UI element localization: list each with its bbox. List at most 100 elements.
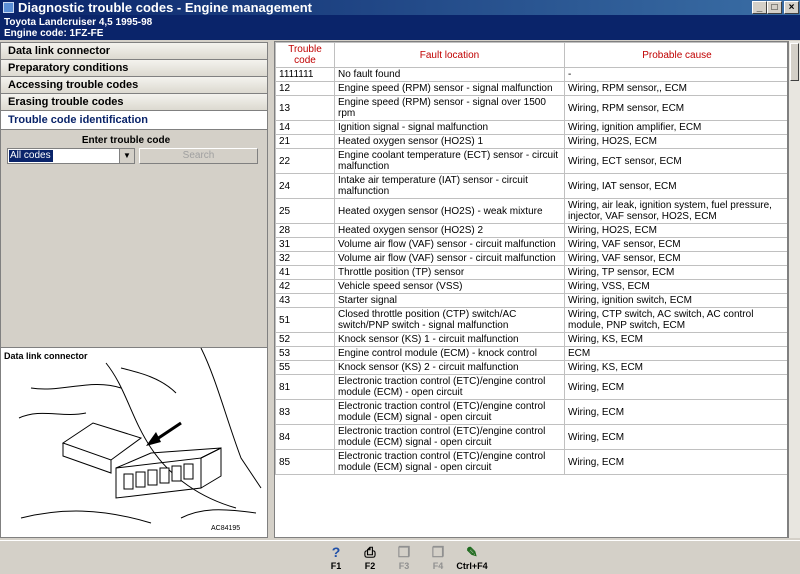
header-trouble-code: Trouble code — [275, 42, 335, 68]
trouble-code-cell: 83 — [275, 399, 335, 425]
trouble-code-cell: 53 — [275, 346, 335, 361]
probable-cause-cell: Wiring, air leak, ignition system, fuel … — [564, 198, 787, 224]
window-title: Diagnostic trouble codes - Engine manage… — [18, 0, 312, 15]
nav-item-preparatory-conditions[interactable]: Preparatory conditions — [1, 60, 267, 77]
trouble-code-table-panel: Trouble code Fault location Probable cau… — [274, 41, 788, 538]
nav-item-trouble-code-identification[interactable]: Trouble code identification — [1, 111, 267, 130]
table-row: 25 Heated oxygen sensor (HO2S) - weak mix… — [275, 198, 787, 224]
trouble-code-cell: 28 — [275, 223, 335, 238]
f2-print-button[interactable]: ⎙ F2 — [355, 542, 385, 574]
table-row: 85 Electronic traction control (ETC)/engi… — [275, 449, 787, 475]
trouble-code-cell: 51 — [275, 307, 335, 333]
trouble-code-cell: 52 — [275, 332, 335, 347]
table-row: 55 Knock sensor (KS) 2 - circuit malfunct… — [275, 360, 787, 375]
table-row: 43 Starter signal Wiring, ignition switch,… — [275, 293, 787, 308]
function-key-bar: ? F1 ⎙ F2 ❐ F3 ❐ F4 ✎ Ctrl+F4 — [0, 540, 800, 573]
table-row: 42 Vehicle speed sensor (VSS) Wiring, VSS,… — [275, 279, 787, 294]
table-row: 24 Intake air temperature (IAT) sensor - … — [275, 173, 787, 199]
nav-item-data-link-connector[interactable]: Data link connector — [1, 43, 267, 60]
fault-location-cell: Closed throttle position (CTP) switch/AC… — [334, 307, 565, 333]
probable-cause-cell: Wiring, VAF sensor, ECM — [564, 251, 787, 266]
trouble-code-cell: 42 — [275, 279, 335, 294]
engine-code: Engine code: 1FZ-FE — [4, 28, 104, 39]
trouble-code-cell: 12 — [275, 81, 335, 96]
table-row: 53 Engine control module (ECM) - knock co… — [275, 346, 787, 361]
code-select-value: All codes — [9, 150, 53, 162]
trouble-code-cell: 55 — [275, 360, 335, 375]
f1-help-button[interactable]: ? F1 — [321, 542, 351, 574]
table-row: 12 Engine speed (RPM) sensor - signal mal… — [275, 81, 787, 96]
trouble-code-cell: 85 — [275, 449, 335, 475]
trouble-code-cell: 14 — [275, 120, 335, 135]
fault-location-cell: Heated oxygen sensor (HO2S) 1 — [334, 134, 565, 149]
table-row: 31 Volume air flow (VAF) sensor - circuit… — [275, 237, 787, 252]
table-row: 83 Electronic traction control (ETC)/engi… — [275, 399, 787, 425]
fault-location-cell: Electronic traction control (ETC)/engine… — [334, 449, 565, 475]
table-row: 51 Closed throttle position (CTP) switch/… — [275, 307, 787, 333]
app-icon — [3, 2, 14, 13]
fault-location-cell: Starter signal — [334, 293, 565, 308]
table-header-row: Trouble code Fault location Probable cau… — [275, 42, 787, 68]
vehicle-name: Toyota Landcruiser 4,5 1995-98 — [4, 17, 153, 28]
probable-cause-cell: ECM — [564, 346, 787, 361]
enter-code-label: Enter trouble code — [81, 135, 171, 146]
fault-location-cell: Electronic traction control (ETC)/engine… — [334, 424, 565, 450]
fault-location-cell: Ignition signal - signal malfunction — [334, 120, 565, 135]
help-icon: ? — [331, 544, 341, 560]
code-select[interactable]: All codes ▼ — [7, 148, 135, 164]
maximize-button[interactable]: □ — [767, 1, 782, 14]
notes-icon: ✎ — [466, 544, 478, 560]
table-row: 1111111 No fault found - — [275, 67, 787, 82]
probable-cause-cell: Wiring, VAF sensor, ECM — [564, 237, 787, 252]
fault-location-cell: Engine coolant temperature (ECT) sensor … — [334, 148, 565, 174]
ctrl-f4-label: Ctrl+F4 — [456, 561, 488, 571]
trouble-code-cell: 1111111 — [275, 67, 335, 82]
trouble-code-cell: 41 — [275, 265, 335, 280]
connector-illustration: AC84195 — [18, 348, 262, 532]
nav-item-erasing-trouble-codes[interactable]: Erasing trouble codes — [1, 94, 267, 111]
chevron-down-icon[interactable]: ▼ — [119, 149, 134, 163]
probable-cause-cell: Wiring, VSS, ECM — [564, 279, 787, 294]
table-row: 13 Engine speed (RPM) sensor - signal ove… — [275, 95, 787, 121]
probable-cause-cell: Wiring, ignition amplifier, ECM — [564, 120, 787, 135]
fault-location-cell: Heated oxygen sensor (HO2S) 2 — [334, 223, 565, 238]
table-row: 41 Throttle position (TP) sensor Wiring, T… — [275, 265, 787, 280]
close-button[interactable]: × — [784, 1, 799, 14]
f3-button[interactable]: ❐ F3 — [389, 542, 419, 574]
printer-icon: ⎙ — [364, 544, 376, 560]
trouble-code-cell: 22 — [275, 148, 335, 174]
f3-label: F3 — [398, 561, 410, 571]
header-fault-location: Fault location — [334, 42, 565, 68]
scrollbar-thumb[interactable] — [790, 43, 799, 81]
diagram-ref: AC84195 — [211, 525, 240, 532]
fault-location-cell: Engine control module (ECM) - knock cont… — [334, 346, 565, 361]
table-row: 84 Electronic traction control (ETC)/engi… — [275, 424, 787, 450]
vehicle-info-bar: Toyota Landcruiser 4,5 1995-98 Engine co… — [0, 15, 800, 40]
table-row: 14 Ignition signal - signal malfunction Wi… — [275, 120, 787, 135]
minimize-button[interactable]: _ — [752, 1, 767, 14]
probable-cause-cell: Wiring, KS, ECM — [564, 360, 787, 375]
vertical-scrollbar[interactable] — [788, 41, 800, 538]
fault-location-cell: Electronic traction control (ETC)/engine… — [334, 374, 565, 400]
trouble-code-cell: 24 — [275, 173, 335, 199]
probable-cause-cell: - — [564, 67, 787, 82]
table-row: 22 Engine coolant temperature (ECT) senso… — [275, 148, 787, 174]
fault-location-cell: Knock sensor (KS) 1 - circuit malfunctio… — [334, 332, 565, 347]
f4-button[interactable]: ❐ F4 — [423, 542, 453, 574]
search-button[interactable]: Search — [139, 148, 258, 164]
probable-cause-cell: Wiring, ECM — [564, 399, 787, 425]
trouble-code-cell: 81 — [275, 374, 335, 400]
table-row: 28 Heated oxygen sensor (HO2S) 2 Wiring, H… — [275, 223, 787, 238]
probable-cause-cell: Wiring, HO2S, ECM — [564, 134, 787, 149]
f2-label: F2 — [364, 561, 376, 571]
header-probable-cause: Probable cause — [564, 42, 787, 68]
probable-cause-cell: Wiring, ignition switch, ECM — [564, 293, 787, 308]
fault-location-cell: Engine speed (RPM) sensor - signal over … — [334, 95, 565, 121]
ctrl-f4-notes-button[interactable]: ✎ Ctrl+F4 — [452, 542, 492, 574]
copy-icon: ❐ — [431, 544, 445, 560]
fault-location-cell: Engine speed (RPM) sensor - signal malfu… — [334, 81, 565, 96]
fault-location-cell: Knock sensor (KS) 2 - circuit malfunctio… — [334, 360, 565, 375]
probable-cause-cell: Wiring, HO2S, ECM — [564, 223, 787, 238]
nav-item-accessing-trouble-codes[interactable]: Accessing trouble codes — [1, 77, 267, 94]
probable-cause-cell: Wiring, TP sensor, ECM — [564, 265, 787, 280]
